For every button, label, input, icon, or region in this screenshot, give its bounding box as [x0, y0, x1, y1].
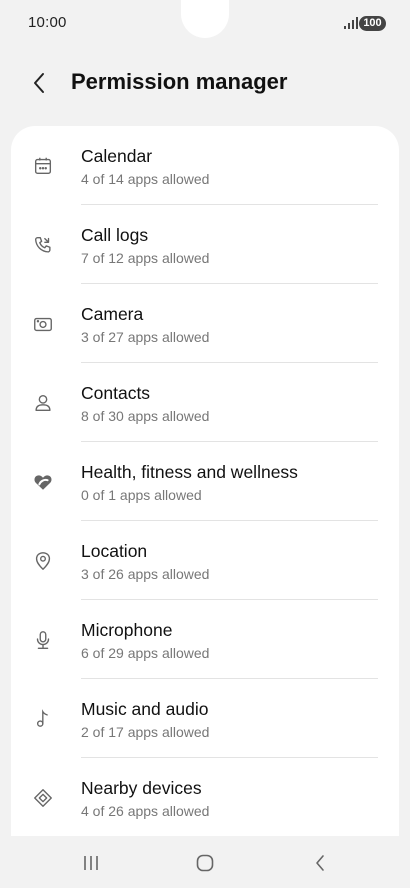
- camera-notch: [181, 0, 229, 38]
- permission-subtitle: 4 of 26 apps allowed: [81, 803, 210, 819]
- permission-subtitle: 7 of 12 apps allowed: [81, 250, 210, 266]
- permission-subtitle: 8 of 30 apps allowed: [81, 408, 210, 424]
- app-header: Permission manager: [0, 60, 410, 104]
- calendar-icon: [31, 154, 55, 178]
- permission-title: Call logs: [81, 225, 149, 245]
- recent-apps-icon: [84, 856, 98, 870]
- home-icon: [196, 854, 214, 872]
- battery-icon: 100: [359, 16, 386, 31]
- permission-subtitle: 0 of 1 apps allowed: [81, 487, 202, 503]
- permission-title: Camera: [81, 304, 144, 324]
- permission-title: Microphone: [81, 620, 173, 640]
- page-title: Permission manager: [71, 69, 288, 94]
- permission-item-health[interactable]: Health, fitness and wellness 0 of 1 apps…: [11, 442, 399, 521]
- permission-subtitle: 4 of 14 apps allowed: [81, 171, 210, 187]
- permission-item-microphone[interactable]: Microphone 6 of 29 apps allowed: [11, 600, 399, 679]
- navigation-bar: [0, 836, 410, 888]
- status-time: 10:00: [28, 14, 67, 31]
- status-bar: 10:00 100: [0, 0, 410, 48]
- chevron-left-icon: [34, 73, 44, 93]
- permission-subtitle: 2 of 17 apps allowed: [81, 724, 210, 740]
- location-icon: [31, 549, 55, 573]
- permission-title: Nearby devices: [81, 778, 202, 798]
- signal-icon: [344, 17, 358, 29]
- nav-back-button[interactable]: [303, 850, 337, 876]
- music-icon: [31, 707, 55, 731]
- permission-title: Calendar: [81, 146, 153, 166]
- health-icon: [31, 470, 55, 494]
- call-log-icon: [31, 233, 55, 257]
- permission-item-music[interactable]: Music and audio 2 of 17 apps allowed: [11, 679, 399, 758]
- phone-screen: 10:00 100 Permission manager Calendar 4 …: [0, 0, 410, 888]
- recent-apps-button[interactable]: [74, 850, 108, 876]
- permission-item-nearby-devices[interactable]: Nearby devices 4 of 26 apps allowed: [11, 758, 399, 837]
- permission-title: Music and audio: [81, 699, 209, 719]
- home-button[interactable]: [188, 850, 222, 876]
- permission-title: Location: [81, 541, 148, 561]
- permission-item-camera[interactable]: Camera 3 of 27 apps allowed: [11, 284, 399, 363]
- nearby-devices-icon: [31, 786, 55, 810]
- permission-title: Health, fitness and wellness: [81, 462, 298, 482]
- back-icon: [316, 855, 324, 871]
- permission-item-location[interactable]: Location 3 of 26 apps allowed: [11, 521, 399, 600]
- permission-subtitle: 6 of 29 apps allowed: [81, 645, 210, 661]
- microphone-icon: [31, 628, 55, 652]
- permission-item-calendar[interactable]: Calendar 4 of 14 apps allowed: [11, 126, 399, 205]
- permission-subtitle: 3 of 26 apps allowed: [81, 566, 210, 582]
- back-button[interactable]: [22, 66, 56, 100]
- permission-title: Contacts: [81, 383, 151, 403]
- permission-list: Calendar 4 of 14 apps allowed Call logs …: [11, 126, 399, 846]
- permission-item-contacts[interactable]: Contacts 8 of 30 apps allowed: [11, 363, 399, 442]
- camera-icon: [31, 312, 55, 336]
- permission-subtitle: 3 of 27 apps allowed: [81, 329, 210, 345]
- permission-item-call-logs[interactable]: Call logs 7 of 12 apps allowed: [11, 205, 399, 284]
- contacts-icon: [31, 391, 55, 415]
